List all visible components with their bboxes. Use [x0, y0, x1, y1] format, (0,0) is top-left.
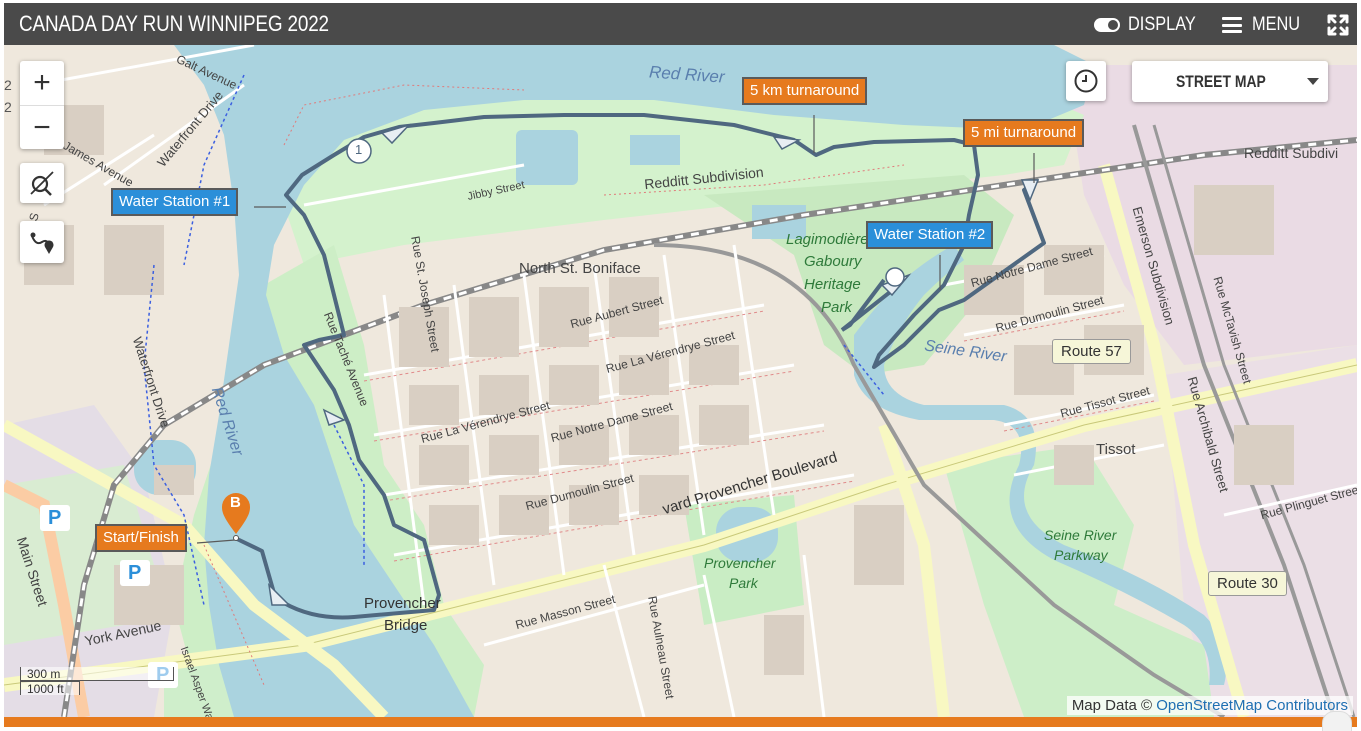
fullscreen-icon[interactable]	[1326, 13, 1350, 37]
edge-fragment: 2	[4, 99, 12, 115]
osm-link[interactable]: OpenStreetMap Contributors	[1156, 697, 1348, 714]
toggle-switch-icon[interactable]	[1094, 18, 1120, 32]
measure-tool-button[interactable]	[20, 163, 64, 203]
turnaround-5km-tag[interactable]: 5 km turnaround	[742, 77, 868, 105]
railway-label: Redditt Subdivi	[1244, 145, 1339, 161]
hamburger-icon	[1222, 17, 1242, 33]
top-bar: CANADA DAY RUN WINNIPEG 2022 DISPLAY MEN…	[4, 3, 1357, 45]
water-station-1-tag[interactable]: Water Station #1	[111, 188, 239, 216]
display-label: DISPLAY	[1128, 14, 1196, 35]
clock-icon	[1074, 69, 1098, 93]
route-pin-icon	[30, 232, 54, 254]
playback-progress-fill	[4, 717, 1357, 727]
map-attribution: Map Data © OpenStreetMap Contributors	[1066, 696, 1353, 715]
scale-bar: 300 m 1000 ft	[20, 667, 174, 696]
km-marker-label: 1	[355, 142, 363, 157]
park-label: Lagimodière	[786, 231, 869, 248]
route-locate-button[interactable]	[20, 221, 64, 263]
zoom-out-button[interactable]: −	[20, 106, 64, 150]
scale-imperial: 1000 ft	[20, 681, 80, 696]
park-label: Heritage	[804, 276, 861, 293]
menu-button[interactable]: MENU	[1222, 14, 1308, 36]
magnify-slash-icon	[30, 171, 54, 196]
zoom-control: + −	[20, 61, 64, 149]
start-finish-tag[interactable]: Start/Finish	[95, 524, 187, 552]
bridge-label: Provencher	[364, 595, 441, 612]
caret-down-icon	[1307, 78, 1319, 85]
map-base-layer	[4, 45, 1357, 717]
scale-metric: 300 m	[20, 667, 174, 681]
edge-fragment: 2	[4, 77, 12, 93]
turnaround-5mi-tag[interactable]: 5 mi turnaround	[963, 119, 1085, 147]
zoom-in-button[interactable]: +	[20, 61, 64, 106]
route-shield: Route 57	[1052, 339, 1131, 364]
park-label: Provencher	[704, 555, 776, 571]
app-frame: CANADA DAY RUN WINNIPEG 2022 DISPLAY MEN…	[0, 0, 1361, 731]
display-toggle[interactable]: DISPLAY	[1094, 14, 1207, 36]
park-label: Parkway	[1054, 547, 1108, 563]
water-station-2-tag[interactable]: Water Station #2	[866, 221, 994, 249]
bridge-label: Bridge	[384, 617, 428, 634]
event-title: CANADA DAY RUN WINNIPEG 2022	[19, 11, 329, 36]
park-label: Park	[729, 575, 758, 591]
attribution-prefix: Map Data ©	[1071, 697, 1157, 714]
menu-label: MENU	[1252, 14, 1301, 35]
parking-label: P	[48, 507, 62, 529]
route-shield: Route 30	[1208, 571, 1287, 596]
park-label: Seine River	[1044, 527, 1117, 543]
neighbourhood-label: Tissot	[1096, 441, 1136, 458]
park-label: Park	[821, 299, 852, 316]
playback-progress[interactable]	[4, 717, 1357, 727]
parking-label: P	[128, 562, 142, 584]
time-button[interactable]	[1066, 61, 1106, 101]
neighbourhood-label: North St. Boniface	[519, 260, 641, 277]
base-layer-select[interactable]: STREET MAP	[1132, 61, 1328, 102]
playback-handle[interactable]	[1322, 711, 1352, 731]
course-map[interactable]: B 1 P P P 2 2 Red River Red River Seine …	[4, 45, 1357, 717]
base-layer-value: STREET MAP	[1176, 72, 1266, 91]
park-label: Gaboury	[804, 253, 862, 270]
pin-b-letter: B	[230, 494, 241, 511]
